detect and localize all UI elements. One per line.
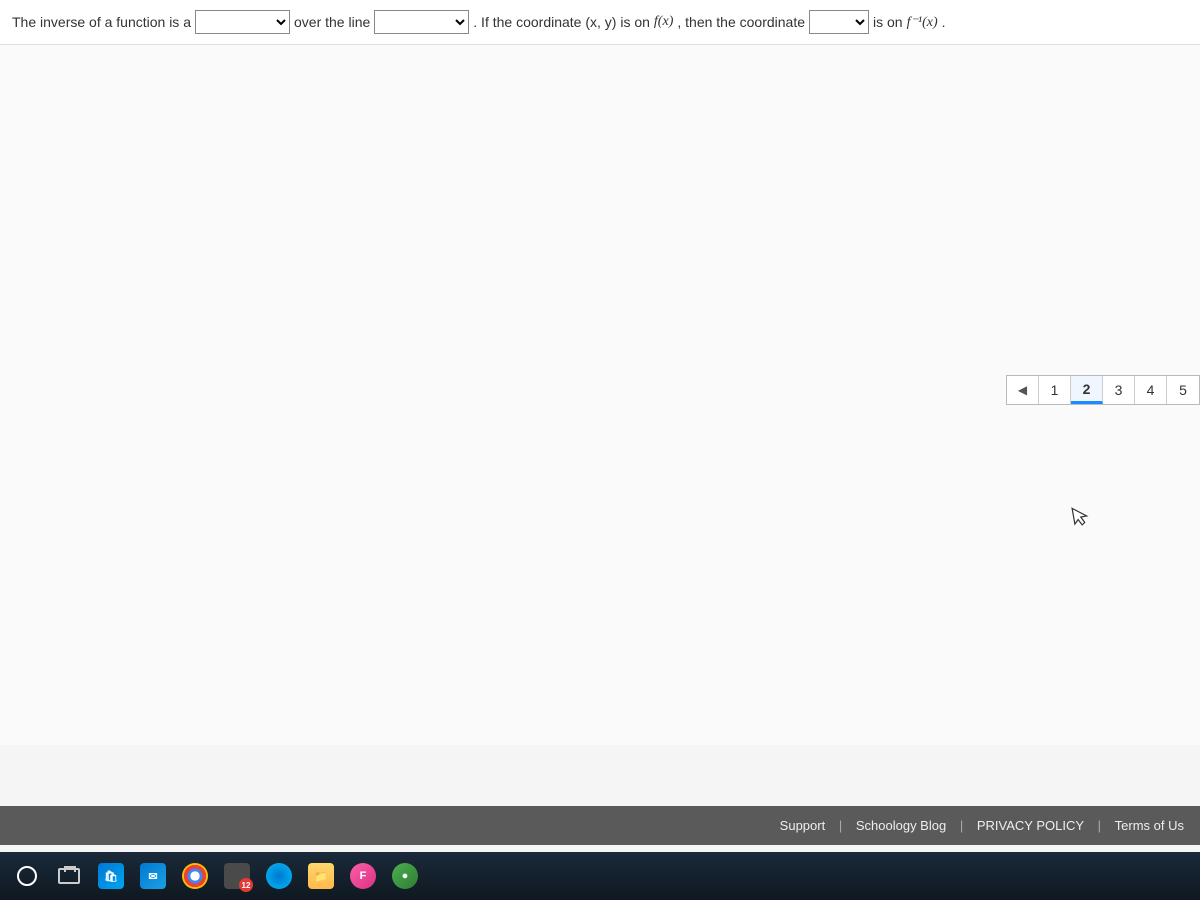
app-green-button[interactable]: ● [388, 859, 422, 893]
separator: | [835, 818, 846, 833]
dropdown-blank-3[interactable] [809, 10, 869, 34]
support-link[interactable]: Support [774, 818, 832, 833]
edge-icon [266, 863, 292, 889]
page-label: 3 [1115, 382, 1123, 398]
dropdown-blank-1[interactable] [195, 10, 290, 34]
store-icon: 🛍 [98, 863, 124, 889]
calculator-icon [224, 863, 250, 889]
question-text-1: The inverse of a function is a [12, 14, 191, 30]
privacy-link[interactable]: PRIVACY POLICY [971, 818, 1090, 833]
separator: | [956, 818, 967, 833]
chevron-left-icon: ◀ [1018, 383, 1027, 397]
task-view-icon [58, 868, 80, 884]
page-prev-button[interactable]: ◀ [1007, 376, 1039, 404]
page-label: 2 [1083, 381, 1091, 397]
footer-links: Support | Schoology Blog | PRIVACY POLIC… [0, 806, 1200, 845]
dropdown-blank-2[interactable] [374, 10, 469, 34]
question-period: . [942, 14, 946, 30]
pink-app-icon: F [350, 863, 376, 889]
page-5-button[interactable]: 5 [1167, 376, 1199, 404]
mail-icon: ✉ [140, 863, 166, 889]
page-label: 4 [1147, 382, 1155, 398]
ms-store-button[interactable]: 🛍 [94, 859, 128, 893]
separator: | [1094, 818, 1105, 833]
edge-button[interactable] [262, 859, 296, 893]
question-text-3: . If the coordinate (x, y) is on [473, 14, 650, 30]
math-finvx: f⁻¹(x) [907, 14, 938, 31]
page-3-button[interactable]: 3 [1103, 376, 1135, 404]
page-label: 5 [1179, 382, 1187, 398]
app-pink-button[interactable]: F [346, 859, 380, 893]
cursor-icon [1070, 504, 1092, 534]
question-row: The inverse of a function is a over the … [0, 0, 1200, 45]
green-app-icon: ● [392, 863, 418, 889]
pagination: ◀ 1 2 3 4 5 [1006, 375, 1200, 405]
blog-link[interactable]: Schoology Blog [850, 818, 952, 833]
mail-button[interactable]: ✉ [136, 859, 170, 893]
folder-icon: 📁 [308, 863, 334, 889]
page-4-button[interactable]: 4 [1135, 376, 1167, 404]
chrome-button[interactable] [178, 859, 212, 893]
taskbar: 🛍 ✉ 📁 F ● [0, 852, 1200, 900]
start-button[interactable] [10, 859, 44, 893]
page-1-button[interactable]: 1 [1039, 376, 1071, 404]
content-area: ◀ 1 2 3 4 5 [0, 45, 1200, 745]
chrome-icon [182, 863, 208, 889]
question-text-2: over the line [294, 14, 370, 30]
task-view-button[interactable] [52, 859, 86, 893]
calculator-button[interactable] [220, 859, 254, 893]
page-2-button[interactable]: 2 [1071, 376, 1103, 404]
windows-icon [17, 866, 37, 886]
question-text-5: is on [873, 14, 903, 30]
math-fx: f(x) [654, 14, 673, 30]
terms-link[interactable]: Terms of Us [1109, 818, 1190, 833]
question-text-4: , then the coordinate [677, 14, 805, 30]
page-label: 1 [1051, 382, 1059, 398]
folder-button[interactable]: 📁 [304, 859, 338, 893]
